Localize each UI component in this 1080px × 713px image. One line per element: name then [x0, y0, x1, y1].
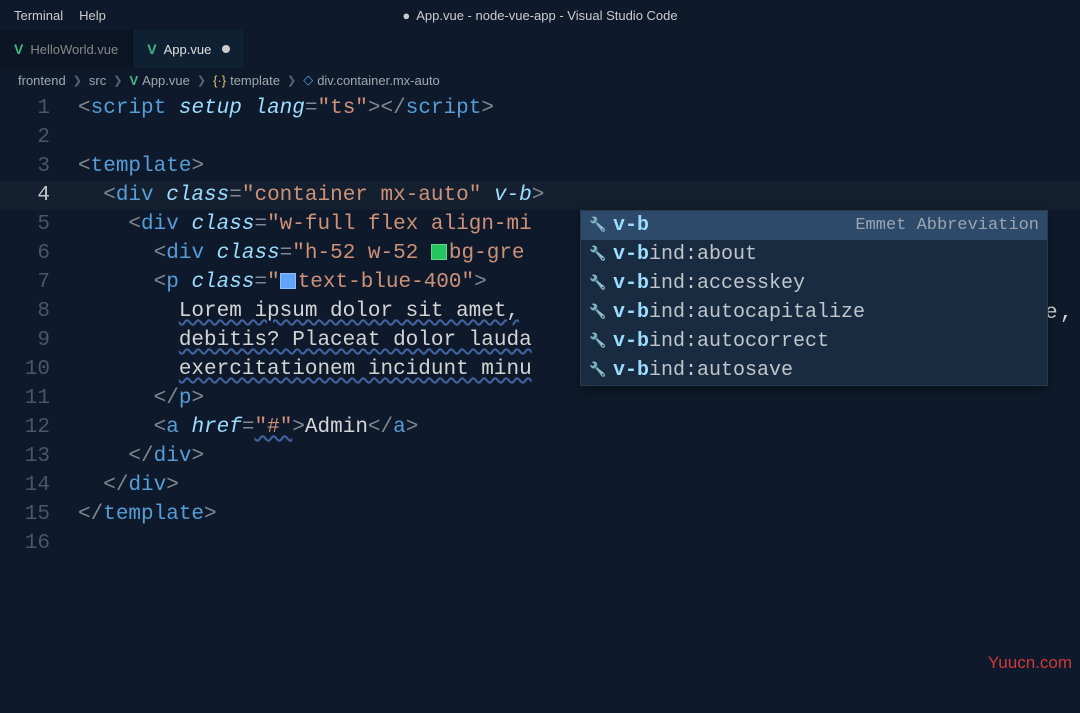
- watermark: Yuucn.com: [988, 653, 1072, 673]
- line-number: 2: [0, 123, 78, 152]
- vue-file-icon: V: [147, 41, 156, 57]
- tab-label: HelloWorld.vue: [30, 42, 118, 57]
- braces-icon: {·}: [213, 73, 226, 88]
- modified-dot-icon: ●: [402, 8, 410, 23]
- line-number: 16: [0, 529, 78, 558]
- line-number: 1: [0, 94, 78, 123]
- element-icon: ◇: [303, 72, 313, 88]
- chevron-right-icon: ❯: [113, 74, 122, 87]
- suggestion-item[interactable]: 🔧 v-bind:autocorrect: [581, 327, 1047, 356]
- line-number: 12: [0, 413, 78, 442]
- line-number: 5: [0, 210, 78, 239]
- suggestion-item[interactable]: 🔧 v-bind:autosave: [581, 356, 1047, 385]
- tab-app[interactable]: V App.vue: [133, 30, 245, 68]
- color-swatch-icon: [431, 244, 447, 260]
- suggestion-item[interactable]: 🔧 v-bind:autocapitalize: [581, 298, 1047, 327]
- crumb-template[interactable]: template: [230, 73, 280, 88]
- crumb-element[interactable]: div.container.mx-auto: [317, 73, 440, 88]
- menu-terminal[interactable]: Terminal: [6, 4, 71, 27]
- title-text: App.vue - node-vue-app - Visual Studio C…: [416, 8, 677, 23]
- line-number: 10: [0, 355, 78, 384]
- wrench-icon: 🔧: [589, 333, 607, 350]
- suggestion-item[interactable]: 🔧 v-b Emmet Abbreviation: [581, 211, 1047, 240]
- dirty-indicator-icon: [222, 45, 230, 53]
- line-number: 3: [0, 152, 78, 181]
- wrench-icon: 🔧: [589, 304, 607, 321]
- chevron-right-icon: ❯: [73, 74, 82, 87]
- wrench-icon: 🔧: [589, 246, 607, 263]
- suggestion-detail: Emmet Abbreviation: [855, 216, 1039, 235]
- suggestion-widget: 🔧 v-b Emmet Abbreviation 🔧 v-bind:about …: [580, 210, 1048, 386]
- wrench-icon: 🔧: [589, 217, 607, 234]
- tab-bar: V HelloWorld.vue V App.vue: [0, 30, 1080, 68]
- chevron-right-icon: ❯: [287, 74, 296, 87]
- wrench-icon: 🔧: [589, 275, 607, 292]
- line-number: 7: [0, 268, 78, 297]
- tab-helloworld[interactable]: V HelloWorld.vue: [0, 30, 133, 68]
- crumb-src[interactable]: src: [89, 73, 106, 88]
- line-number: 13: [0, 442, 78, 471]
- suggestion-item[interactable]: 🔧 v-bind:about: [581, 240, 1047, 269]
- line-number: 9: [0, 326, 78, 355]
- crumb-file[interactable]: App.vue: [142, 73, 190, 88]
- menubar: Terminal Help ● App.vue - node-vue-app - …: [0, 0, 1080, 30]
- line-number: 15: [0, 500, 78, 529]
- tab-label: App.vue: [164, 42, 212, 57]
- menu-help[interactable]: Help: [71, 4, 114, 27]
- color-swatch-icon: [280, 273, 296, 289]
- crumb-frontend[interactable]: frontend: [18, 73, 66, 88]
- suggestion-item[interactable]: 🔧 v-bind:accesskey: [581, 269, 1047, 298]
- vue-file-icon: V: [129, 73, 138, 88]
- vue-file-icon: V: [14, 41, 23, 57]
- wrench-icon: 🔧: [589, 362, 607, 379]
- chevron-right-icon: ❯: [197, 74, 206, 87]
- line-number: 4: [0, 181, 78, 210]
- line-number: 6: [0, 239, 78, 268]
- line-number: 11: [0, 384, 78, 413]
- code-fragment: ,: [1060, 302, 1073, 325]
- line-number: 14: [0, 471, 78, 500]
- window-title: ● App.vue - node-vue-app - Visual Studio …: [402, 8, 677, 23]
- breadcrumb: frontend ❯ src ❯ V App.vue ❯ {·} templat…: [0, 68, 1080, 92]
- line-number: 8: [0, 297, 78, 326]
